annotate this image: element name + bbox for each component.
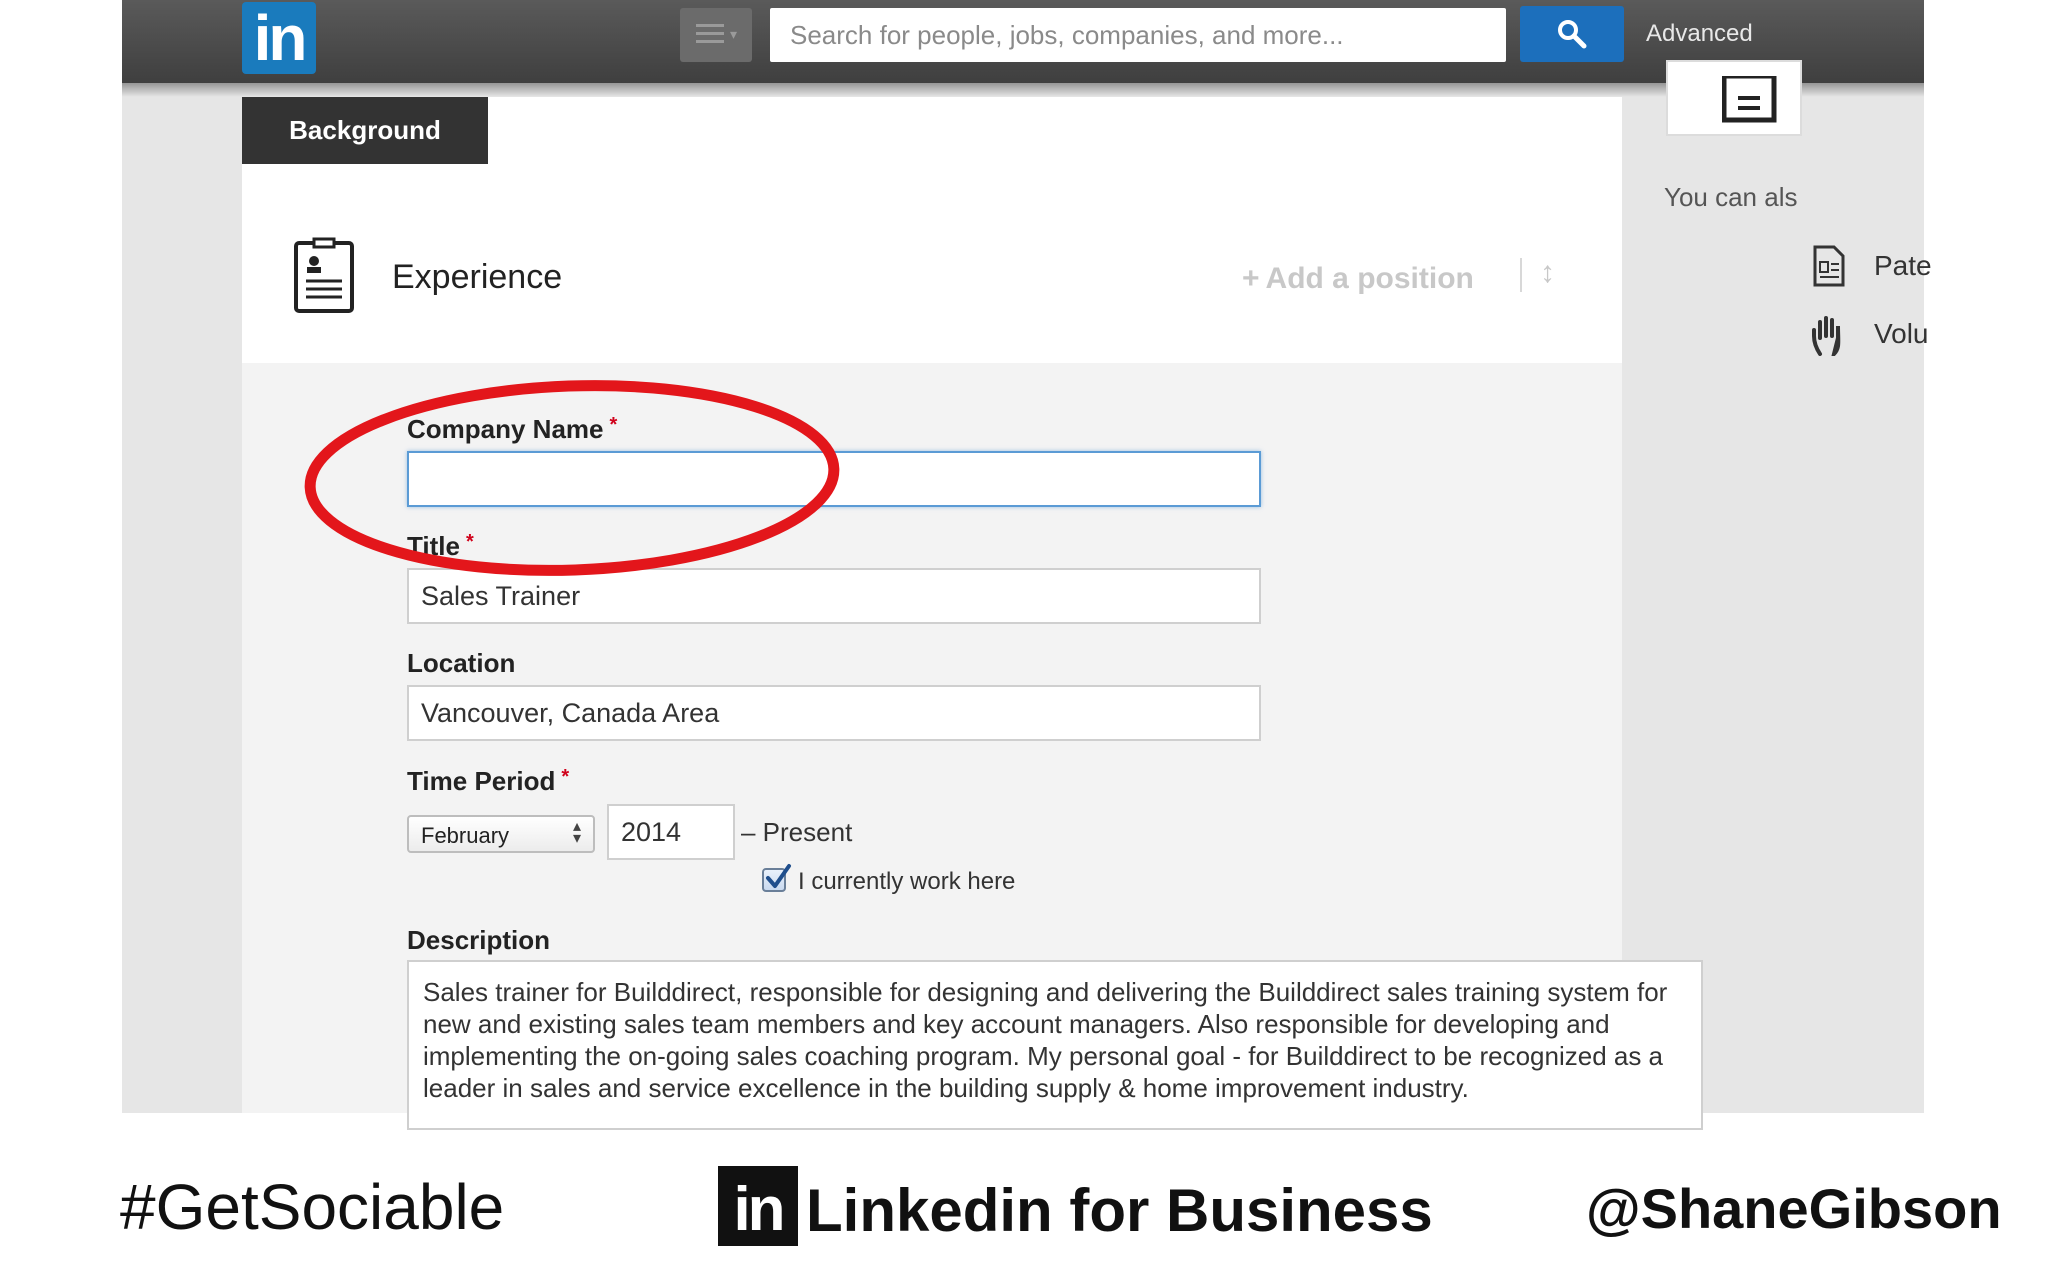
patent-icon bbox=[1813, 245, 1845, 287]
footer-hashtag: #GetSociable bbox=[120, 1171, 505, 1243]
search-menu-button[interactable]: ▾ bbox=[680, 8, 752, 62]
sidebar-item-volunteer[interactable]: Volu bbox=[1874, 318, 1929, 350]
sidebar-hint: You can als bbox=[1664, 182, 1798, 212]
year-input[interactable] bbox=[607, 804, 735, 860]
month-selected-value: February bbox=[421, 823, 510, 848]
current-work-label: I currently work here bbox=[798, 868, 1016, 895]
checkmark-icon bbox=[766, 864, 791, 888]
footer-linkedin-logo: in bbox=[718, 1166, 798, 1246]
experience-icon bbox=[294, 237, 354, 313]
footer-title: Linkedin for Business bbox=[806, 1177, 1433, 1244]
search-button[interactable] bbox=[1520, 6, 1624, 62]
description-textarea[interactable]: Sales trainer for Builddirect, responsib… bbox=[407, 960, 1703, 1130]
current-work-checkbox[interactable] bbox=[762, 864, 791, 892]
background-tab[interactable]: Background bbox=[242, 97, 488, 164]
top-nav-shadow bbox=[122, 83, 1924, 97]
linkedin-logo[interactable]: in bbox=[242, 2, 316, 74]
highlight-ellipse bbox=[304, 380, 840, 576]
sidebar-item-patents[interactable]: Pate bbox=[1874, 250, 1932, 282]
hand-icon bbox=[1812, 316, 1841, 356]
sidebar-card bbox=[1666, 60, 1802, 136]
required-marker: * bbox=[561, 766, 570, 788]
document-icon bbox=[1722, 76, 1777, 123]
add-position-label: Add a position bbox=[1265, 262, 1474, 295]
search-icon bbox=[1558, 20, 1587, 49]
menu-icon bbox=[696, 24, 724, 48]
time-period-label: Time Period * bbox=[407, 766, 570, 796]
location-input[interactable] bbox=[407, 685, 1261, 741]
reorder-icon[interactable]: ↕ bbox=[1540, 256, 1555, 290]
search-input[interactable] bbox=[770, 8, 1506, 62]
select-arrows-icon: ▴ ▾ bbox=[572, 818, 581, 847]
location-label: Location bbox=[407, 648, 516, 678]
month-select[interactable]: February ▴ ▾ bbox=[407, 815, 595, 853]
plus-icon: + bbox=[1242, 262, 1260, 295]
description-label: Description bbox=[407, 925, 551, 955]
divider bbox=[1520, 258, 1522, 292]
footer-handle: @ShaneGibson bbox=[1586, 1177, 2002, 1240]
advanced-search-link[interactable]: Advanced bbox=[1646, 20, 1753, 48]
chevron-down-icon: ▾ bbox=[730, 26, 738, 42]
section-title: Experience bbox=[392, 258, 563, 296]
present-label: – Present bbox=[741, 817, 853, 847]
add-position-button[interactable]: + Add a position bbox=[1242, 262, 1474, 296]
